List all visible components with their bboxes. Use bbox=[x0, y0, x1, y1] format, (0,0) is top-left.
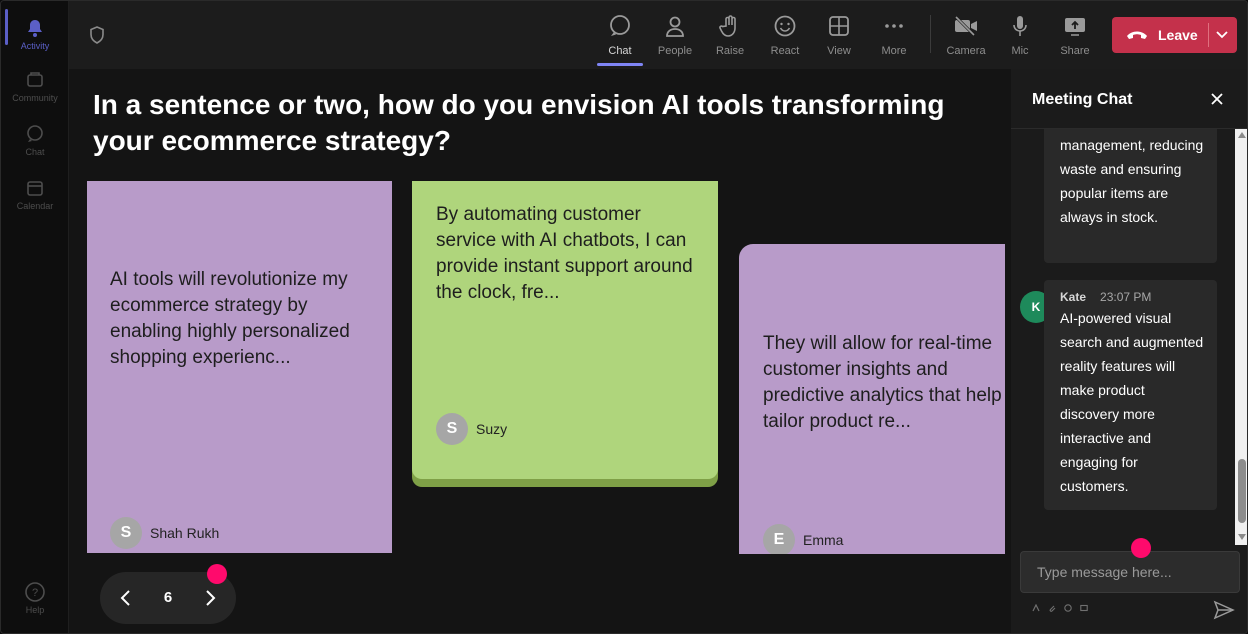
chat-scrollbar[interactable] bbox=[1235, 129, 1247, 545]
raise-hand-button[interactable]: Raise bbox=[705, 9, 755, 65]
help-icon: ? bbox=[24, 581, 46, 603]
rail-item-community[interactable]: Community bbox=[1, 61, 69, 111]
cursor-marker bbox=[1131, 538, 1151, 558]
rail-item-help[interactable]: ? Help bbox=[1, 573, 69, 623]
card-author: S Suzy bbox=[436, 413, 507, 445]
toolbar-divider bbox=[930, 15, 931, 53]
response-card[interactable]: By automating customer service with AI c… bbox=[412, 181, 718, 479]
attach-icon[interactable] bbox=[1047, 603, 1057, 613]
share-button[interactable]: Share bbox=[1050, 9, 1100, 65]
shield-icon[interactable] bbox=[87, 25, 107, 45]
share-button-label: Share bbox=[1060, 45, 1090, 57]
phone-hangup-icon bbox=[1126, 28, 1148, 42]
app-rail: Activity Community Chat Calendar ? Help bbox=[1, 1, 69, 633]
gif-icon[interactable] bbox=[1079, 603, 1089, 613]
people-button-label: People bbox=[657, 45, 693, 57]
camera-button[interactable]: Camera bbox=[941, 9, 991, 65]
more-button-label: More bbox=[881, 45, 907, 57]
chat-message-list[interactable]: management, reducing waste and ensuring … bbox=[1011, 129, 1247, 545]
message-text: management, reducing waste and ensuring … bbox=[1060, 137, 1204, 225]
message-meta: Kate 23:07 PM bbox=[1060, 290, 1207, 304]
card-text: By automating customer service with AI c… bbox=[436, 204, 693, 303]
chat-icon bbox=[607, 13, 633, 39]
author-name: Suzy bbox=[476, 421, 508, 437]
author-name: Emma bbox=[803, 532, 844, 548]
camera-off-icon bbox=[953, 13, 979, 39]
message-timestamp: 23:07 PM bbox=[1100, 290, 1152, 304]
card-author: E Emma bbox=[763, 524, 843, 554]
react-button[interactable]: React bbox=[760, 9, 810, 65]
people-button[interactable]: People bbox=[650, 9, 700, 65]
chat-button[interactable]: Chat bbox=[595, 9, 645, 65]
chat-title: Meeting Chat bbox=[1032, 91, 1133, 108]
rail-item-label: Activity bbox=[20, 41, 50, 51]
chat-button-label: Chat bbox=[608, 45, 632, 57]
close-icon[interactable] bbox=[1209, 91, 1225, 107]
meeting-stage: In a sentence or two, how do you envisio… bbox=[69, 69, 1011, 633]
raise-hand-button-label: Raise bbox=[715, 45, 745, 57]
page-number: 6 bbox=[163, 589, 173, 606]
community-icon bbox=[24, 69, 46, 91]
avatar: S bbox=[436, 413, 468, 445]
grid-icon bbox=[826, 13, 852, 39]
rail-item-label: Help bbox=[25, 605, 45, 615]
hand-icon bbox=[717, 13, 743, 39]
more-button[interactable]: More bbox=[869, 9, 919, 65]
rail-item-label: Chat bbox=[25, 147, 45, 157]
rail-item-label: Calendar bbox=[16, 201, 54, 211]
response-card[interactable]: AI tools will revolutionize my ecommerce… bbox=[87, 181, 392, 553]
mic-button[interactable]: Mic bbox=[995, 9, 1045, 65]
meeting-chat-panel: Meeting Chat management, reducing waste … bbox=[1011, 69, 1247, 633]
response-card[interactable]: They will allow for real-time customer i… bbox=[739, 244, 1005, 554]
emoji-icon[interactable] bbox=[1063, 603, 1073, 613]
compose-toolbar bbox=[1031, 603, 1089, 613]
rail-item-label: Community bbox=[12, 93, 58, 103]
leave-divider bbox=[1208, 23, 1209, 47]
rail-item-calendar[interactable]: Calendar bbox=[1, 169, 69, 219]
react-button-label: React bbox=[770, 45, 800, 57]
chat-icon bbox=[24, 123, 46, 145]
rail-item-activity[interactable]: Activity bbox=[1, 9, 69, 59]
format-icon[interactable] bbox=[1031, 603, 1041, 613]
active-tab-indicator bbox=[597, 63, 643, 66]
chevron-left-icon[interactable] bbox=[116, 588, 136, 608]
microphone-icon bbox=[1007, 13, 1033, 39]
chat-message-input[interactable] bbox=[1020, 551, 1240, 593]
mic-button-label: Mic bbox=[1011, 45, 1029, 57]
scroll-up-arrow-icon[interactable] bbox=[1238, 132, 1246, 138]
bell-icon bbox=[24, 17, 46, 39]
scrollbar-thumb[interactable] bbox=[1238, 459, 1246, 523]
svg-text:?: ? bbox=[32, 587, 38, 599]
calendar-icon bbox=[24, 177, 46, 199]
avatar: S bbox=[110, 517, 142, 549]
meeting-toolbar: Chat People Raise React View More Camera… bbox=[69, 1, 1247, 69]
chevron-down-icon[interactable] bbox=[1214, 28, 1230, 42]
leave-button-label: Leave bbox=[1158, 27, 1198, 43]
avatar: E bbox=[763, 524, 795, 554]
message-text: AI-powered visual search and augmented r… bbox=[1060, 310, 1204, 494]
app-window: Activity Community Chat Calendar ? Help bbox=[0, 0, 1248, 634]
chat-header: Meeting Chat bbox=[1011, 69, 1247, 129]
cursor-marker bbox=[207, 564, 227, 584]
rail-item-chat[interactable]: Chat bbox=[1, 115, 69, 165]
chat-message: Kate 23:07 PM AI-powered visual search a… bbox=[1044, 280, 1217, 510]
more-dots-icon bbox=[881, 13, 907, 39]
question-title: In a sentence or two, how do you envisio… bbox=[93, 89, 945, 156]
card-text: They will allow for real-time customer i… bbox=[763, 333, 1002, 432]
chevron-right-icon[interactable] bbox=[200, 588, 220, 608]
share-screen-icon bbox=[1062, 13, 1088, 39]
leave-button[interactable]: Leave bbox=[1112, 17, 1237, 53]
scroll-down-arrow-icon[interactable] bbox=[1238, 534, 1246, 540]
camera-button-label: Camera bbox=[946, 45, 986, 57]
view-button[interactable]: View bbox=[814, 9, 864, 65]
send-icon[interactable] bbox=[1213, 599, 1235, 621]
view-button-label: View bbox=[827, 45, 851, 57]
card-author: S Shah Rukh bbox=[110, 517, 219, 549]
people-icon bbox=[662, 13, 688, 39]
card-text: AI tools will revolutionize my ecommerce… bbox=[110, 269, 350, 368]
message-author: Kate bbox=[1060, 290, 1087, 304]
smiley-icon bbox=[772, 13, 798, 39]
chat-message: management, reducing waste and ensuring … bbox=[1044, 129, 1217, 263]
author-name: Shah Rukh bbox=[150, 525, 220, 541]
